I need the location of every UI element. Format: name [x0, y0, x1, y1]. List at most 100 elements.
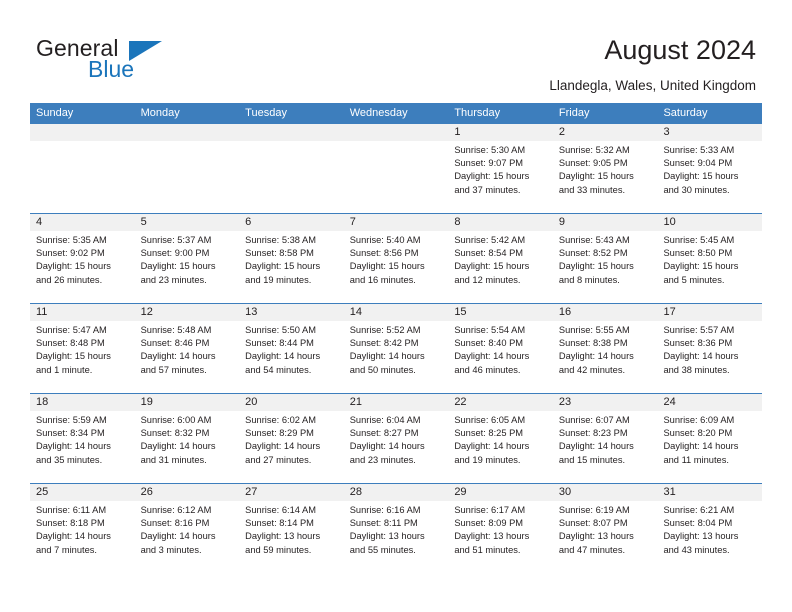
day-detail-line: Sunrise: 5:52 AM: [349, 325, 421, 335]
day-cell[interactable]: Sunrise: 5:43 AM Sunset: 8:52 PM Daylight:…: [553, 231, 658, 303]
day-number[interactable]: 9: [553, 214, 658, 231]
day-number[interactable]: 22: [448, 394, 553, 411]
day-number[interactable]: 3: [657, 124, 762, 141]
day-number[interactable]: 31: [657, 484, 762, 501]
day-number[interactable]: 13: [239, 304, 344, 321]
day-detail-line: Sunrise: 5:45 AM: [663, 235, 735, 245]
day-number[interactable]: 21: [344, 394, 449, 411]
day-number[interactable]: 14: [344, 304, 449, 321]
day-detail-line: and 37 minutes.: [454, 184, 521, 195]
week-detail-band: Sunrise: 5:30 AM Sunset: 9:07 PM Daylight:…: [30, 141, 762, 213]
day-cell[interactable]: Sunrise: 6:02 AM Sunset: 8:29 PM Daylight:…: [239, 411, 344, 483]
day-number[interactable]: 7: [344, 214, 449, 231]
day-detail-line: Sunrise: 5:42 AM: [454, 235, 526, 245]
day-number[interactable]: 11: [30, 304, 135, 321]
day-detail-line: Daylight: 14 hours: [663, 351, 739, 362]
day-detail-line: Daylight: 15 hours: [558, 261, 634, 272]
calendar-week-row: 11 12 13 14 15 16 17 Sunrise: 5:47 AM Sunset: 8:…: [30, 303, 762, 393]
day-cell[interactable]: Sunrise: 5:47 AM Sunset: 8:48 PM Daylight:…: [30, 321, 135, 393]
day-cell[interactable]: Sunrise: 6:00 AM Sunset: 8:32 PM Daylight:…: [135, 411, 240, 483]
day-detail-line: Daylight: 13 hours: [454, 531, 530, 542]
day-detail-line: Daylight: 14 hours: [663, 441, 739, 452]
day-cell[interactable]: Sunrise: 6:12 AM Sunset: 8:16 PM Daylight:…: [135, 501, 240, 573]
brand-logo[interactable]: General Blue: [36, 36, 266, 88]
day-number[interactable]: 12: [135, 304, 240, 321]
day-cell[interactable]: Sunrise: 5:32 AM Sunset: 9:05 PM Daylight:…: [553, 141, 658, 213]
day-cell[interactable]: Sunrise: 6:04 AM Sunset: 8:27 PM Daylight:…: [344, 411, 449, 483]
day-number[interactable]: 24: [657, 394, 762, 411]
day-number[interactable]: 30: [553, 484, 658, 501]
calendar-week-row: 18 19 20 21 22 23 24 Sunrise: 5:59 AM Sunset: 8:…: [30, 393, 762, 483]
day-detail-line: Sunrise: 5:43 AM: [558, 235, 630, 245]
day-detail-line: and 15 minutes.: [558, 454, 626, 465]
day-cell[interactable]: Sunrise: 6:19 AM Sunset: 8:07 PM Daylight:…: [553, 501, 658, 573]
day-detail-line: Sunset: 8:42 PM: [349, 338, 419, 349]
week-date-band: 18 19 20 21 22 23 24: [30, 394, 762, 411]
day-number-empty: [344, 124, 449, 141]
day-detail-line: Daylight: 14 hours: [245, 351, 321, 362]
day-cell[interactable]: Sunrise: 5:54 AM Sunset: 8:40 PM Daylight:…: [448, 321, 553, 393]
day-detail-line: and 30 minutes.: [663, 184, 730, 195]
day-cell[interactable]: Sunrise: 5:30 AM Sunset: 9:07 PM Daylight:…: [448, 141, 553, 213]
day-detail-line: Sunrise: 5:40 AM: [349, 235, 421, 245]
day-cell[interactable]: Sunrise: 5:55 AM Sunset: 8:38 PM Daylight:…: [553, 321, 658, 393]
day-number[interactable]: 5: [135, 214, 240, 231]
day-detail-line: and 38 minutes.: [663, 364, 730, 375]
day-cell[interactable]: Sunrise: 5:38 AM Sunset: 8:58 PM Daylight:…: [239, 231, 344, 303]
day-number[interactable]: 16: [553, 304, 658, 321]
day-number[interactable]: 1: [448, 124, 553, 141]
day-detail-line: Daylight: 14 hours: [349, 441, 425, 452]
day-number-empty: [135, 124, 240, 141]
day-cell[interactable]: Sunrise: 5:42 AM Sunset: 8:54 PM Daylight:…: [448, 231, 553, 303]
day-cell[interactable]: Sunrise: 5:48 AM Sunset: 8:46 PM Daylight:…: [135, 321, 240, 393]
day-cell[interactable]: Sunrise: 6:16 AM Sunset: 8:11 PM Daylight:…: [344, 501, 449, 573]
day-number[interactable]: 8: [448, 214, 553, 231]
day-cell[interactable]: Sunrise: 6:09 AM Sunset: 8:20 PM Daylight:…: [657, 411, 762, 483]
day-detail-line: Daylight: 14 hours: [349, 351, 425, 362]
day-number[interactable]: 19: [135, 394, 240, 411]
day-detail-line: Sunrise: 6:07 AM: [558, 415, 630, 425]
day-cell[interactable]: Sunrise: 6:05 AM Sunset: 8:25 PM Daylight:…: [448, 411, 553, 483]
day-number[interactable]: 6: [239, 214, 344, 231]
day-cell[interactable]: Sunrise: 5:45 AM Sunset: 8:50 PM Daylight:…: [657, 231, 762, 303]
day-detail-line: and 51 minutes.: [454, 544, 521, 555]
brand-name-blue: Blue: [88, 56, 135, 82]
day-cell[interactable]: Sunrise: 5:50 AM Sunset: 8:44 PM Daylight:…: [239, 321, 344, 393]
day-cell[interactable]: Sunrise: 5:59 AM Sunset: 8:34 PM Daylight:…: [30, 411, 135, 483]
day-detail-line: and 19 minutes.: [245, 274, 312, 285]
day-number[interactable]: 23: [553, 394, 658, 411]
day-cell[interactable]: Sunrise: 6:11 AM Sunset: 8:18 PM Daylight:…: [30, 501, 135, 573]
day-detail-line: Sunrise: 6:12 AM: [140, 505, 212, 515]
day-cell[interactable]: Sunrise: 5:57 AM Sunset: 8:36 PM Daylight:…: [657, 321, 762, 393]
day-cell[interactable]: Sunrise: 6:21 AM Sunset: 8:04 PM Daylight:…: [657, 501, 762, 573]
day-cell[interactable]: Sunrise: 5:35 AM Sunset: 9:02 PM Daylight:…: [30, 231, 135, 303]
day-detail-line: and 16 minutes.: [349, 274, 416, 285]
day-cell[interactable]: Sunrise: 6:14 AM Sunset: 8:14 PM Daylight:…: [239, 501, 344, 573]
day-number[interactable]: 20: [239, 394, 344, 411]
day-number[interactable]: 17: [657, 304, 762, 321]
day-detail-line: Daylight: 15 hours: [36, 261, 111, 272]
weekday-header-sunday: Sunday: [36, 107, 74, 119]
day-detail-line: Sunset: 8:32 PM: [140, 428, 210, 439]
day-number[interactable]: 26: [135, 484, 240, 501]
day-number[interactable]: 10: [657, 214, 762, 231]
day-number[interactable]: 18: [30, 394, 135, 411]
day-cell[interactable]: Sunrise: 6:07 AM Sunset: 8:23 PM Daylight:…: [553, 411, 658, 483]
day-detail-line: and 8 minutes.: [558, 274, 620, 285]
day-detail-line: Daylight: 15 hours: [36, 351, 111, 362]
day-number[interactable]: 29: [448, 484, 553, 501]
day-cell[interactable]: Sunrise: 6:17 AM Sunset: 8:09 PM Daylight:…: [448, 501, 553, 573]
day-cell[interactable]: Sunrise: 5:33 AM Sunset: 9:04 PM Daylight:…: [657, 141, 762, 213]
day-detail-line: and 12 minutes.: [454, 274, 521, 285]
day-number[interactable]: 25: [30, 484, 135, 501]
day-number[interactable]: 4: [30, 214, 135, 231]
day-cell[interactable]: Sunrise: 5:40 AM Sunset: 8:56 PM Daylight:…: [344, 231, 449, 303]
day-number[interactable]: 15: [448, 304, 553, 321]
day-number[interactable]: 28: [344, 484, 449, 501]
day-cell[interactable]: Sunrise: 5:52 AM Sunset: 8:42 PM Daylight:…: [344, 321, 449, 393]
day-detail-line: Sunrise: 5:48 AM: [140, 325, 212, 335]
calendar-week-row: 4 5 6 7 8 9 10 Sunrise: 5:35 AM Sunset: 9:02 PM D…: [30, 213, 762, 303]
day-cell[interactable]: Sunrise: 5:37 AM Sunset: 9:00 PM Daylight:…: [135, 231, 240, 303]
day-number[interactable]: 27: [239, 484, 344, 501]
day-number[interactable]: 2: [553, 124, 658, 141]
